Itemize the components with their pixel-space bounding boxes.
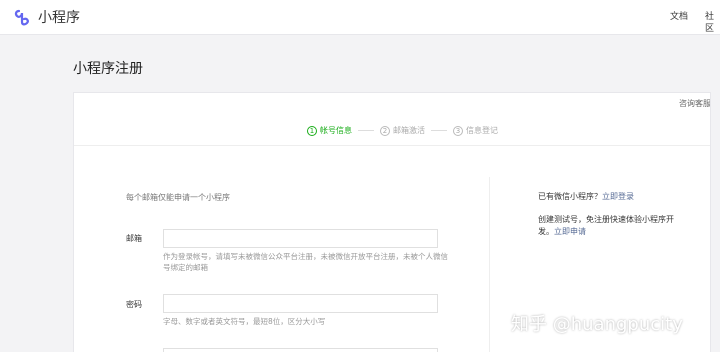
step-account-info: 1 帐号信息 — [307, 125, 352, 136]
password-field[interactable] — [163, 294, 438, 313]
nav-community[interactable]: 社区 — [705, 11, 720, 35]
mini-program-logo-icon — [14, 9, 29, 26]
form-note: 每个邮箱仅能申请一个小程序 — [126, 193, 230, 202]
step-connector — [431, 130, 447, 131]
section-divider — [74, 145, 710, 146]
nav-docs[interactable]: 文档 — [670, 11, 688, 23]
email-tip: 作为登录帐号，请填写未被微信公众平台注册，未被微信开放平台注册，未被个人微信号绑… — [163, 252, 448, 272]
password-label: 密码 — [126, 300, 142, 309]
step-number: 3 — [453, 125, 463, 136]
step-connector — [358, 130, 374, 131]
have-account-text: 已有微信小程序？立即登录 — [538, 191, 634, 203]
password-tip: 字母、数字或者英文符号，最短8位，区分大小写 — [163, 317, 326, 326]
zhihu-watermark: 知乎 @huangpucity — [511, 314, 683, 335]
logo[interactable]: 小程序 — [13, 8, 80, 28]
step-email-activation: 2 邮箱激活 — [380, 125, 425, 136]
confirm-password-field[interactable] — [163, 348, 438, 352]
step-number: 1 — [307, 125, 317, 136]
step-indicator: 1 帐号信息 2 邮箱激活 3 信息登记 — [307, 125, 498, 136]
top-navbar: 小程序 文档 社区 — [0, 0, 720, 35]
step-label: 信息登记 — [466, 126, 498, 135]
have-account-label: 已有微信小程序？ — [538, 192, 602, 201]
login-link[interactable]: 立即登录 — [602, 192, 634, 201]
email-field[interactable] — [163, 229, 438, 248]
logo-text: 小程序 — [38, 10, 80, 26]
page-title: 小程序注册 — [73, 61, 143, 77]
step-info-registration: 3 信息登记 — [453, 125, 498, 136]
email-label: 邮箱 — [126, 234, 142, 243]
step-label: 帐号信息 — [320, 126, 352, 135]
customer-service-link[interactable]: 咨询客服 — [679, 98, 710, 109]
step-label: 邮箱激活 — [393, 126, 425, 135]
test-account-text: 创建测试号，免注册快速体验小程序开发。立即申请 — [538, 214, 678, 238]
apply-link[interactable]: 立即申请 — [554, 227, 586, 236]
column-divider — [489, 177, 490, 352]
step-number: 2 — [380, 125, 390, 136]
